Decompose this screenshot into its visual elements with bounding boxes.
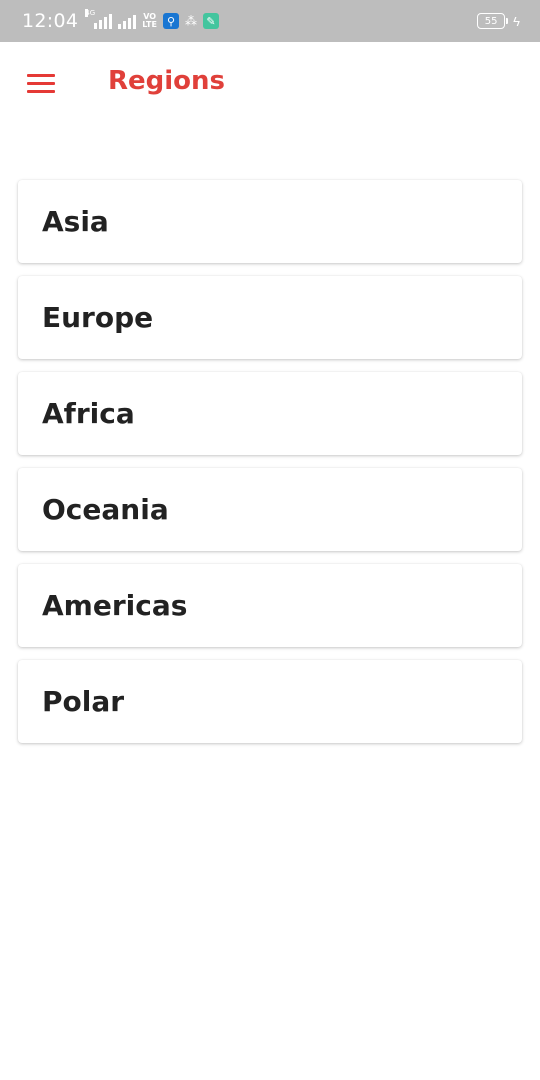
network-type-label: 4G <box>85 9 96 17</box>
region-item-europe[interactable]: Europe <box>18 276 522 359</box>
app-header: Regions <box>0 42 540 122</box>
region-list: Asia Europe Africa Oceania Americas Pola… <box>18 180 522 756</box>
usb-icon: ⚲ <box>162 13 179 29</box>
status-icons: 4G VO LTE ⚲ ⁂ ✎ <box>85 9 219 29</box>
region-item-asia[interactable]: Asia <box>18 180 522 263</box>
signal-icon <box>118 13 137 29</box>
region-label: Americas <box>42 589 188 622</box>
region-item-polar[interactable]: Polar <box>18 660 522 743</box>
hamburger-menu-icon[interactable] <box>27 74 55 94</box>
region-item-africa[interactable]: Africa <box>18 372 522 455</box>
region-label: Oceania <box>42 493 169 526</box>
charging-icon: ϟ <box>513 13 520 29</box>
region-label: Polar <box>42 685 125 718</box>
status-time: 12:04 <box>22 10 79 32</box>
battery-level: 55 <box>484 15 498 27</box>
region-item-oceania[interactable]: Oceania <box>18 468 522 551</box>
page-title: Regions <box>108 66 226 96</box>
status-right: 55 ϟ <box>477 13 520 29</box>
region-label: Africa <box>42 397 135 430</box>
cleaner-app-icon: ✎ <box>202 13 219 29</box>
region-item-americas[interactable]: Americas <box>18 564 522 647</box>
signal-4g-icon: 4G <box>85 9 113 29</box>
region-label: Europe <box>42 301 154 334</box>
region-label: Asia <box>42 205 109 238</box>
volte-bottom-label: LTE <box>142 20 157 29</box>
status-bar: 12:04 4G VO LTE ⚲ ⁂ ✎ 55 ϟ <box>0 0 540 42</box>
share-icon: ⁂ <box>184 14 197 28</box>
volte-icon: VO LTE <box>142 13 157 29</box>
battery-icon: 55 <box>477 13 509 29</box>
